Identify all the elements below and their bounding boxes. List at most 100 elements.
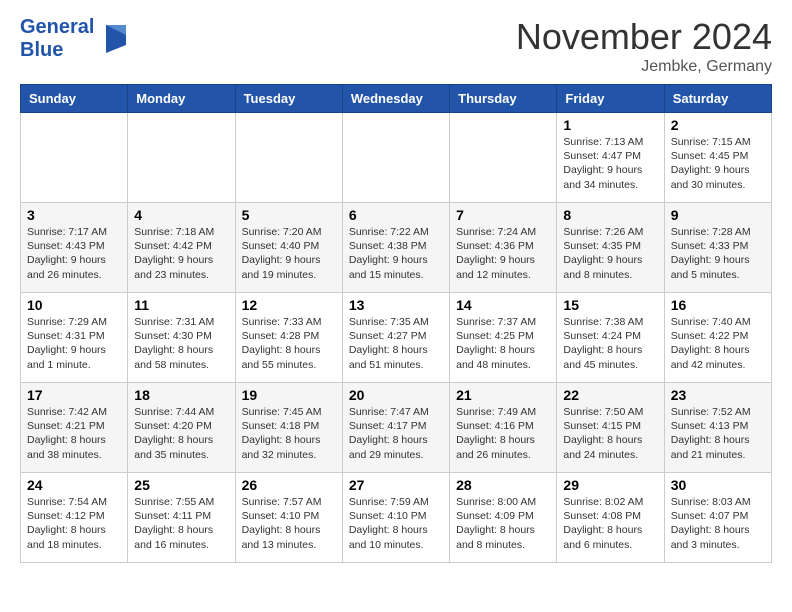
table-row: 14 Sunrise: 7:37 AM Sunset: 4:25 PM Dayli… (450, 293, 557, 383)
table-row: 20 Sunrise: 7:47 AM Sunset: 4:17 PM Dayli… (342, 383, 449, 473)
table-row: 28 Sunrise: 8:00 AM Sunset: 4:09 PM Dayli… (450, 473, 557, 563)
table-row (342, 113, 449, 203)
logo: General Blue (20, 16, 130, 62)
cell-day-number: 19 (242, 387, 336, 403)
cell-day-number: 3 (27, 207, 121, 223)
cell-info: Sunrise: 8:03 AM Sunset: 4:07 PM Dayligh… (671, 495, 765, 552)
cell-info: Sunrise: 7:15 AM Sunset: 4:45 PM Dayligh… (671, 135, 765, 192)
cell-day-number: 11 (134, 297, 228, 313)
cell-day-number: 18 (134, 387, 228, 403)
cell-day-number: 24 (27, 477, 121, 493)
table-row: 27 Sunrise: 7:59 AM Sunset: 4:10 PM Dayli… (342, 473, 449, 563)
table-row (128, 113, 235, 203)
cell-day-number: 15 (563, 297, 657, 313)
cell-day-number: 2 (671, 117, 765, 133)
table-row: 25 Sunrise: 7:55 AM Sunset: 4:11 PM Dayli… (128, 473, 235, 563)
table-row: 8Sunrise: 7:26 AM Sunset: 4:35 PM Daylig… (557, 203, 664, 293)
location: Jembke, Germany (516, 58, 772, 76)
cell-info: Sunrise: 7:42 AM Sunset: 4:21 PM Dayligh… (27, 405, 121, 462)
col-wednesday: Wednesday (342, 85, 449, 113)
table-row (450, 113, 557, 203)
col-monday: Monday (128, 85, 235, 113)
cell-day-number: 21 (456, 387, 550, 403)
cell-day-number: 26 (242, 477, 336, 493)
table-row: 22 Sunrise: 7:50 AM Sunset: 4:15 PM Dayli… (557, 383, 664, 473)
col-thursday: Thursday (450, 85, 557, 113)
cell-day-number: 20 (349, 387, 443, 403)
cell-info: Sunrise: 7:44 AM Sunset: 4:20 PM Dayligh… (134, 405, 228, 462)
logo-icon (98, 21, 130, 57)
cell-info: Sunrise: 7:49 AM Sunset: 4:16 PM Dayligh… (456, 405, 550, 462)
table-row: 3Sunrise: 7:17 AM Sunset: 4:43 PM Daylig… (21, 203, 128, 293)
cell-day-number: 7 (456, 207, 550, 223)
table-row: 21 Sunrise: 7:49 AM Sunset: 4:16 PM Dayli… (450, 383, 557, 473)
cell-info: Sunrise: 7:55 AM Sunset: 4:11 PM Dayligh… (134, 495, 228, 552)
cell-day-number: 17 (27, 387, 121, 403)
logo-general: General (20, 16, 94, 38)
cell-day-number: 8 (563, 207, 657, 223)
cell-info: Sunrise: 7:40 AM Sunset: 4:22 PM Dayligh… (671, 315, 765, 372)
cell-info: Sunrise: 7:20 AM Sunset: 4:40 PM Dayligh… (242, 225, 336, 282)
cell-info: Sunrise: 7:52 AM Sunset: 4:13 PM Dayligh… (671, 405, 765, 462)
table-row: 5 Sunrise: 7:20 AM Sunset: 4:40 PM Daylig… (235, 203, 342, 293)
cell-day-number: 22 (563, 387, 657, 403)
cell-day-number: 9 (671, 207, 765, 223)
cell-info: Sunrise: 7:47 AM Sunset: 4:17 PM Dayligh… (349, 405, 443, 462)
cell-day-number: 12 (242, 297, 336, 313)
table-row: 19Sunrise: 7:45 AM Sunset: 4:18 PM Dayli… (235, 383, 342, 473)
cell-day-number: 14 (456, 297, 550, 313)
cell-day-number: 30 (671, 477, 765, 493)
calendar-table: Sunday Monday Tuesday Wednesday Thursday… (20, 84, 772, 563)
cell-day-number: 28 (456, 477, 550, 493)
table-row: 9 Sunrise: 7:28 AM Sunset: 4:33 PM Daylig… (664, 203, 771, 293)
cell-day-number: 16 (671, 297, 765, 313)
table-row: 24 Sunrise: 7:54 AM Sunset: 4:12 PM Dayli… (21, 473, 128, 563)
table-row: 15 Sunrise: 7:38 AM Sunset: 4:24 PM Dayli… (557, 293, 664, 383)
cell-info: Sunrise: 7:33 AM Sunset: 4:28 PM Dayligh… (242, 315, 336, 372)
month-title: November 2024 (516, 16, 772, 58)
col-friday: Friday (557, 85, 664, 113)
table-row: 13Sunrise: 7:35 AM Sunset: 4:27 PM Dayli… (342, 293, 449, 383)
table-row: 11 Sunrise: 7:31 AM Sunset: 4:30 PM Dayli… (128, 293, 235, 383)
table-row: 7 Sunrise: 7:24 AM Sunset: 4:36 PM Daylig… (450, 203, 557, 293)
table-row: 30 Sunrise: 8:03 AM Sunset: 4:07 PM Dayli… (664, 473, 771, 563)
table-row: 12 Sunrise: 7:33 AM Sunset: 4:28 PM Dayli… (235, 293, 342, 383)
table-row: 18 Sunrise: 7:44 AM Sunset: 4:20 PM Dayli… (128, 383, 235, 473)
cell-info: Sunrise: 7:22 AM Sunset: 4:38 PM Dayligh… (349, 225, 443, 282)
cell-day-number: 4 (134, 207, 228, 223)
cell-info: Sunrise: 7:29 AM Sunset: 4:31 PM Dayligh… (27, 315, 121, 372)
cell-day-number: 5 (242, 207, 336, 223)
cell-info: Sunrise: 7:28 AM Sunset: 4:33 PM Dayligh… (671, 225, 765, 282)
table-row: 23 Sunrise: 7:52 AM Sunset: 4:13 PM Dayli… (664, 383, 771, 473)
cell-info: Sunrise: 7:54 AM Sunset: 4:12 PM Dayligh… (27, 495, 121, 552)
table-row: 16 Sunrise: 7:40 AM Sunset: 4:22 PM Dayli… (664, 293, 771, 383)
table-row: 17 Sunrise: 7:42 AM Sunset: 4:21 PM Dayli… (21, 383, 128, 473)
cell-day-number: 6 (349, 207, 443, 223)
cell-info: Sunrise: 7:13 AM Sunset: 4:47 PM Dayligh… (563, 135, 657, 192)
table-row: 26 Sunrise: 7:57 AM Sunset: 4:10 PM Dayli… (235, 473, 342, 563)
cell-info: Sunrise: 8:02 AM Sunset: 4:08 PM Dayligh… (563, 495, 657, 552)
cell-day-number: 10 (27, 297, 121, 313)
table-row (21, 113, 128, 203)
table-row: 2 Sunrise: 7:15 AM Sunset: 4:45 PM Daylig… (664, 113, 771, 203)
col-saturday: Saturday (664, 85, 771, 113)
col-sunday: Sunday (21, 85, 128, 113)
cell-info: Sunrise: 7:24 AM Sunset: 4:36 PM Dayligh… (456, 225, 550, 282)
table-row: 10 Sunrise: 7:29 AM Sunset: 4:31 PM Dayli… (21, 293, 128, 383)
table-row: 1 Sunrise: 7:13 AM Sunset: 4:47 PM Daylig… (557, 113, 664, 203)
cell-info: Sunrise: 7:37 AM Sunset: 4:25 PM Dayligh… (456, 315, 550, 372)
cell-day-number: 23 (671, 387, 765, 403)
cell-info: Sunrise: 7:35 AM Sunset: 4:27 PM Dayligh… (349, 315, 443, 372)
cell-info: Sunrise: 7:31 AM Sunset: 4:30 PM Dayligh… (134, 315, 228, 372)
cell-day-number: 25 (134, 477, 228, 493)
table-row: 6 Sunrise: 7:22 AM Sunset: 4:38 PM Daylig… (342, 203, 449, 293)
cell-info: Sunrise: 7:57 AM Sunset: 4:10 PM Dayligh… (242, 495, 336, 552)
cell-info: Sunrise: 7:59 AM Sunset: 4:10 PM Dayligh… (349, 495, 443, 552)
cell-info: Sunrise: 8:00 AM Sunset: 4:09 PM Dayligh… (456, 495, 550, 552)
table-row: 29Sunrise: 8:02 AM Sunset: 4:08 PM Dayli… (557, 473, 664, 563)
cell-day-number: 1 (563, 117, 657, 133)
cell-info: Sunrise: 7:38 AM Sunset: 4:24 PM Dayligh… (563, 315, 657, 372)
cell-day-number: 27 (349, 477, 443, 493)
cell-info: Sunrise: 7:18 AM Sunset: 4:42 PM Dayligh… (134, 225, 228, 282)
cell-info: Sunrise: 7:50 AM Sunset: 4:15 PM Dayligh… (563, 405, 657, 462)
